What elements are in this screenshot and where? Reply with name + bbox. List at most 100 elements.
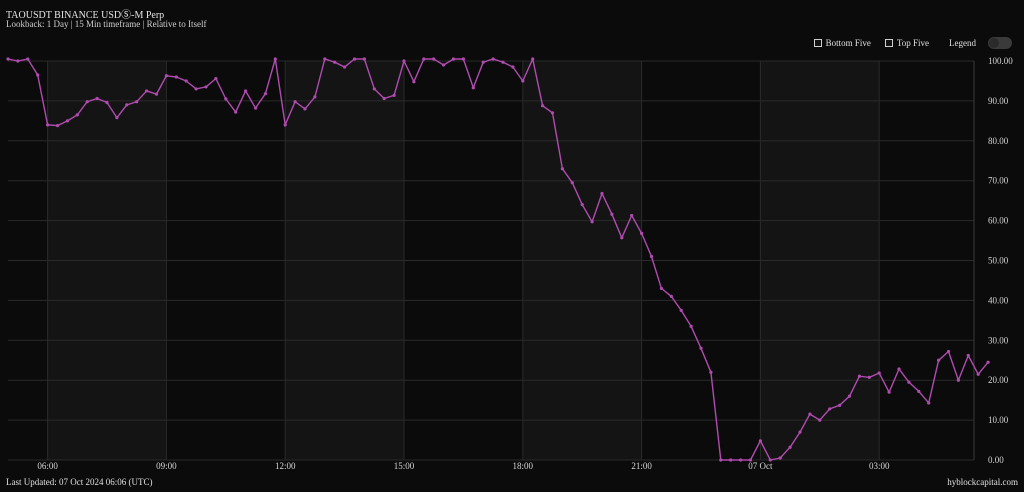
data-point [412,80,416,84]
data-point [917,389,921,393]
data-point [372,87,376,91]
data-point [323,57,327,61]
data-point [729,458,733,462]
data-point [867,375,871,380]
data-point [778,456,782,460]
data-point [253,106,258,110]
y-tick-label: 10.00 [988,415,1009,425]
x-tick-label: 12:00 [275,461,296,471]
data-point [422,57,426,61]
x-tick-label: 09:00 [156,461,177,471]
data-point [85,100,89,104]
data-point [748,458,753,462]
data-point [739,458,743,462]
data-point [501,60,505,64]
data-point [283,123,287,127]
line-chart[interactable]: 0.00 10.00 20.00 30.00 40.00 50.00 60.00 70.00 8… [0,0,1024,492]
data-point [788,445,792,449]
chart-band [641,61,761,460]
data-point [857,374,862,378]
data-point [620,236,624,240]
data-point [471,86,475,90]
data-point [808,412,812,416]
data-point [224,97,228,101]
data-point [511,65,515,69]
brand-link[interactable]: hyblockcapital.com [947,477,1018,487]
data-point [95,96,99,101]
data-point [6,57,10,61]
chart-band [879,61,974,460]
data-point [966,353,970,358]
chart-band [166,61,286,460]
data-point [550,111,555,115]
y-tick-label: 50.00 [988,256,1009,266]
data-point [877,371,881,375]
data-point [847,394,852,398]
x-tick-label: 03:00 [869,461,890,471]
data-point [818,418,822,422]
data-point [481,60,485,64]
data-point [115,116,119,120]
y-tick-label: 60.00 [988,216,1009,226]
data-point [402,59,406,63]
data-point [709,370,713,374]
x-tick-label: 15:00 [394,461,415,471]
data-point [125,103,129,107]
data-point [432,57,436,61]
data-point [976,372,980,376]
data-point [758,439,763,443]
data-point [75,113,79,117]
data-point [442,63,446,67]
data-point [333,60,337,64]
data-point [649,254,654,259]
data-point [461,57,465,61]
data-point [669,294,673,299]
legend-toggle[interactable] [988,37,1012,49]
data-point [352,57,357,61]
data-point [303,107,307,111]
chart-controls: Bottom Five Top Five Legend [806,37,1012,49]
checkbox-icon [884,39,893,47]
chart-band [760,61,880,460]
data-point [164,74,168,78]
data-point [630,213,634,218]
x-tick-label: 18:00 [513,461,534,471]
chart-band [285,61,404,460]
data-point [214,76,218,81]
data-point [570,181,574,185]
y-tick-label: 80.00 [988,136,1009,146]
chart-subtitle: Lookback: 1 Day | 15 Min timeframe | Rel… [6,19,207,29]
data-point [986,360,990,364]
chart-band [47,61,167,460]
y-tick-label: 0.00 [988,455,1004,465]
data-point [26,57,30,61]
data-point [541,104,545,108]
bottom-five-checkbox[interactable]: Bottom Five [813,38,871,48]
data-point [194,87,198,91]
data-point [897,367,901,371]
data-point [343,65,347,69]
data-point [679,308,683,312]
data-point [16,59,20,63]
data-point [55,124,60,128]
chart-band [404,61,523,460]
data-point [313,95,317,99]
x-tick-label: 21:00 [631,461,652,471]
y-tick-label: 20.00 [988,375,1009,385]
top-five-checkbox[interactable]: Top Five [884,38,929,48]
data-point [768,458,772,462]
data-point [937,358,941,362]
data-point [491,57,495,61]
data-point [174,75,178,79]
data-point [640,231,644,235]
x-tick-label: 06:00 [37,461,58,471]
legend-label: Legend [949,38,976,48]
y-tick-label: 70.00 [988,176,1009,186]
series-line [7,56,989,461]
checkbox-icon [813,39,822,47]
data-point [36,73,40,77]
data-point [154,92,159,96]
data-point [580,203,584,207]
data-point [600,191,604,196]
data-point [887,390,891,394]
